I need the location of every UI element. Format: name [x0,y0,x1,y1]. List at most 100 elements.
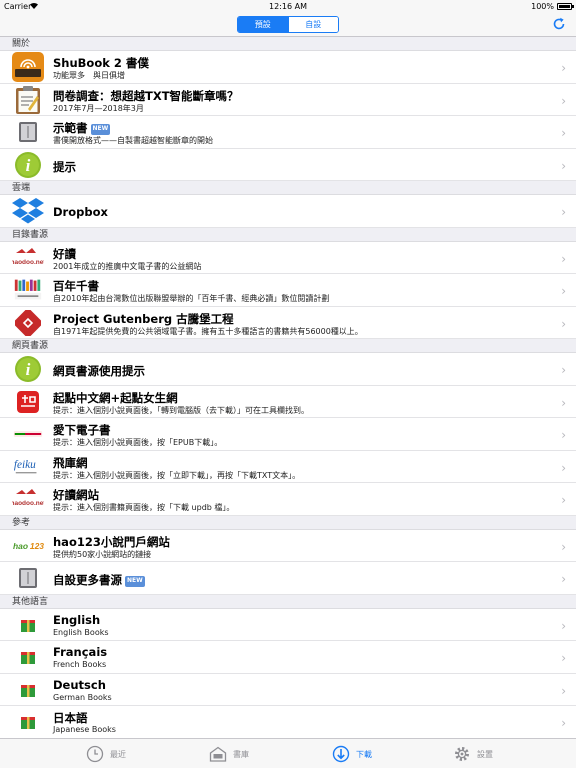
list-row-qidian[interactable]: 起點中文網+起點女生網 提示：進入個別小說頁面後，「轉到電腦版（去下載）」可在工具… [0,385,576,418]
tab-settings[interactable]: 設置 [453,743,493,765]
row-title: 問卷調查：想超越TXT智能斷章嗎？ [53,88,239,104]
svg-text:i: i [26,360,31,379]
svg-text:feiku: feiku [14,458,36,470]
source-segmented-control: 預設 自設 [237,16,339,33]
chevron-right-icon: › [561,158,566,173]
chevron-right-icon: › [561,618,566,633]
chevron-right-icon: › [561,251,566,266]
row-title: 網頁書源使用提示 [53,363,145,379]
list-row-hao123[interactable]: hao 123 hao123小說門戶網站 提供約50家小說網站的鏈接 › [0,529,576,562]
section-header: 其他語言 [0,594,576,609]
tab-recent[interactable]: 最近 [86,743,126,765]
row-title: 愛下電子書 [53,422,111,438]
tab-library[interactable]: 書庫 [209,743,249,765]
list-row-sample-book[interactable]: 示範書 NEW 書僕開放格式——自製書超越智能斷章的開始 › [0,116,576,149]
list-row-custom-sources[interactable]: 自設更多書源 NEW › [0,562,576,595]
list-row-gutenberg[interactable]: Project Gutenberg 古騰堡工程 自1971年起提供免費的公共領域電… [0,306,576,339]
list-row-haodoo[interactable]: haodoo.net 好讀 2001年成立的推廣中文電子書的公益網站 › [0,241,576,274]
battery-icon [557,3,574,10]
row-title-text: ShuBook 2 書僕 [53,56,149,70]
svg-text:haodoo.net: haodoo.net [12,259,44,266]
row-subtitle: English Books [53,627,109,637]
chevron-right-icon: › [561,93,566,108]
list-row-japanese[interactable]: 日本語 Japanese Books › [0,706,576,738]
row-subtitle: 提供約50家小說網站的鏈接 [53,549,152,559]
svg-text:haodoo.net: haodoo.net [12,500,44,507]
haodoo-logo-icon: haodoo.net [12,486,44,512]
row-title: hao123小說門戶網站 [53,534,170,550]
list-row-deutsch[interactable]: Deutsch German Books › [0,673,576,706]
status-bar: Carrier 12:16 AM 100% [0,0,576,13]
info-icon: i [12,356,44,382]
row-title-text: 自設更多書源 [53,573,122,587]
list-row-shubook[interactable]: ShuBook 2 書僕 功能眾多 與日俱增 › [0,51,576,84]
list-row-100books[interactable]: 百年千書 自2010年起由台灣數位出版聯盟舉辦的「百年千書、經典必讀」數位閱讀計劃… [0,274,576,307]
list-row-feiku[interactable]: feiku 飛庫網 提示：進入個別小說頁面後，按「立即下載」，再按「下載TXT文本」… [0,450,576,483]
battery-percent: 100% [531,2,554,11]
feiku-logo-icon: feiku [12,454,44,480]
row-title: 起點中文網+起點女生網 [53,390,178,406]
row-title: 飛庫網 [53,455,88,471]
row-title-text: 百年千書 [53,279,99,293]
row-subtitle: 提示：進入個別小說頁面後，按「立即下載」，再按「下載TXT文本」。 [53,470,301,480]
chevron-right-icon: › [561,284,566,298]
list-row-haodoo-site[interactable]: haodoo.net 好讀網站 提示：進入個別書籍頁面後，按「下載 updb 檔」。… [0,483,576,516]
chevron-right-icon: › [561,651,566,665]
list-row-english[interactable]: English English Books › [0,608,576,641]
status-time: 12:16 AM [269,2,307,11]
row-title-text: 問卷調查：想超越TXT智能斷章嗎？ [53,88,239,103]
tab-recent-label: 最近 [110,749,126,759]
source-list: 關於 ShuBook 2 書僕 功能眾多 與日俱增 › 問卷調查：想超越TXT智能斷章嗎… [0,37,576,738]
list-row-survey[interactable]: 問卷調查：想超越TXT智能斷章嗎？ 2017年7月—2018年3月 › [0,83,576,116]
list-row-web-tips[interactable]: i 網頁書源使用提示 › [0,353,576,386]
new-badge: NEW [125,576,145,587]
row-title-text: 示範書 [53,121,88,135]
section-header: 目錄書源 [0,227,576,242]
refresh-icon[interactable] [552,17,566,31]
ixdzs-logo-icon [12,421,44,447]
new-badge: NEW [90,124,111,135]
list-row-francais[interactable]: Français French Books › [0,641,576,674]
row-subtitle: German Books [53,692,112,702]
row-title-text: 飛庫網 [53,455,88,470]
row-subtitle: 自2010年起由台灣數位出版聯盟舉辦的「百年千書、經典必讀」數位閱讀計劃 [53,294,330,303]
chevron-right-icon: › [561,126,566,140]
row-title-text: 好讀 [53,246,76,261]
book-icon [12,565,44,591]
row-title: 日本語 [53,710,88,726]
row-title: ShuBook 2 書僕 [53,55,149,71]
list-row-dropbox[interactable]: Dropbox › [0,195,576,228]
section-header: 雲端 [0,181,576,195]
row-title-text: 好讀網站 [53,488,99,502]
svg-text:hao: hao [13,540,28,550]
row-title: 示範書 NEW [53,120,111,136]
list-row-tips[interactable]: i 提示 › [0,148,576,181]
chevron-right-icon: › [561,205,566,219]
segment-custom[interactable]: 自設 [287,17,338,32]
svg-text:123: 123 [30,540,44,550]
row-subtitle: 書僕開放格式——自製書超越智能斷章的開始 [53,136,213,145]
chevron-right-icon: › [561,539,566,554]
chevron-right-icon: › [561,395,566,410]
row-subtitle: 2001年成立的推廣中文電子書的公益網站 [53,261,202,271]
section-header: 參考 [0,515,576,530]
row-title-text: Français [53,645,108,659]
clipboard-icon [12,85,44,114]
qidian-logo-icon [12,389,44,415]
row-title-text: 起點中文網+起點女生網 [53,390,178,405]
chevron-right-icon: › [561,61,566,75]
row-title-text: 網頁書源使用提示 [53,364,145,378]
tab-download[interactable]: 下載 [332,743,372,765]
row-title-text: hao123小說門戶網站 [53,534,170,549]
library-icon [209,746,227,762]
list-row-ixdzs[interactable]: 愛下電子書 提示：進入個別小說頁面後，按「EPUB下載」。 › [0,418,576,451]
segment-default[interactable]: 預設 [238,17,288,32]
tab-download-label: 下載 [356,749,372,759]
row-title: Français [53,645,107,659]
row-title: 自設更多書源 NEW [53,572,145,588]
haodoo-logo-icon: haodoo.net [12,245,44,271]
tab-settings-label: 設置 [477,749,493,759]
gift-books-icon [12,644,44,670]
tab-library-label: 書庫 [233,749,249,759]
chevron-right-icon: › [561,428,566,442]
